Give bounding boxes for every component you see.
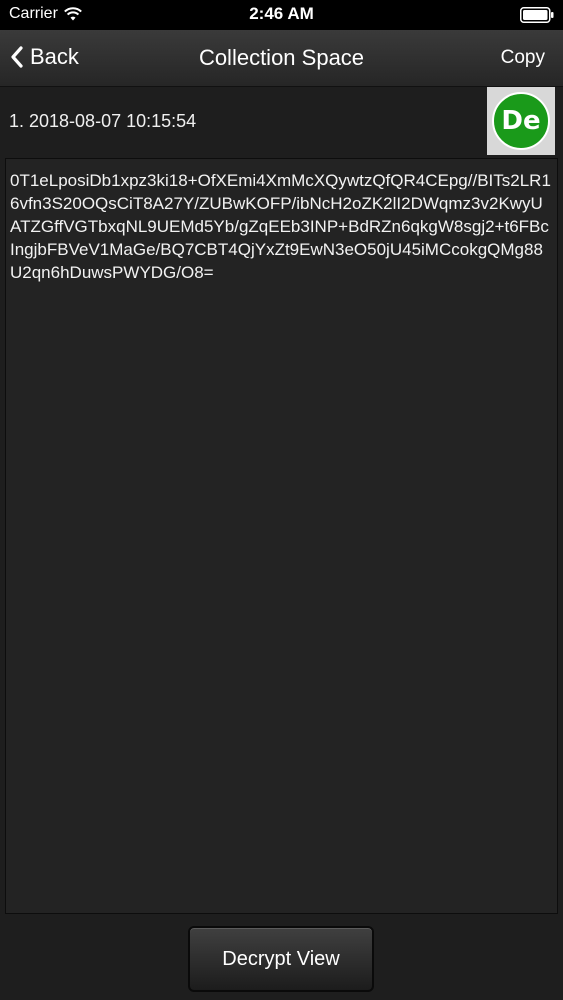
battery-icon xyxy=(520,7,554,23)
screen: Carrier 2:46 AM Back Collection Space Co… xyxy=(0,0,563,1000)
cipher-text-view[interactable]: 0T1eLposiDb1xpz3ki18+OfXEmi4XmMcXQywtzQf… xyxy=(5,158,558,914)
entry-timestamp: 1. 2018-08-07 10:15:54 xyxy=(9,111,197,131)
decrypt-view-label: Decrypt View xyxy=(222,947,340,970)
navigation-bar: Back Collection Space Copy xyxy=(0,30,563,87)
page-title: Collection Space xyxy=(198,45,365,70)
decrypt-view-button[interactable]: Decrypt View xyxy=(188,926,374,992)
entry-header: 1. 2018-08-07 10:15:54 De xyxy=(0,87,563,157)
copy-button[interactable]: Copy xyxy=(501,47,545,69)
status-time: 2:46 AM xyxy=(249,4,314,23)
decrypt-badge-button[interactable]: De xyxy=(487,87,555,155)
decrypt-badge-icon: De xyxy=(492,92,550,150)
status-bar: Carrier 2:46 AM xyxy=(0,0,563,30)
cipher-text: 0T1eLposiDb1xpz3ki18+OfXEmi4XmMcXQywtzQf… xyxy=(10,171,551,282)
badge-text: De xyxy=(501,106,541,136)
